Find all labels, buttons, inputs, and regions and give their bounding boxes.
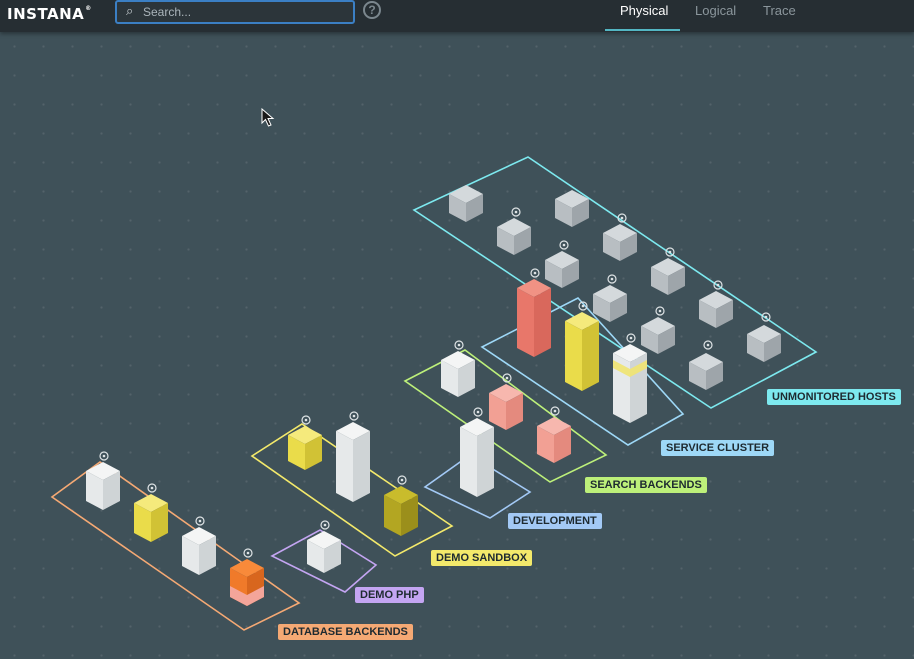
tab-trace[interactable]: Trace [763, 3, 796, 18]
zone-label-service-cluster[interactable]: SERVICE CLUSTER [661, 440, 775, 456]
search-box[interactable]: ⌕ [115, 0, 355, 24]
zone-label-development[interactable]: DEVELOPMENT [508, 513, 602, 529]
zone-label-demo-sandbox[interactable]: DEMO SANDBOX [431, 550, 533, 566]
search-input[interactable] [143, 4, 343, 20]
mouse-cursor-icon [261, 108, 275, 127]
help-icon[interactable]: ? [363, 1, 381, 19]
active-tab-indicator [605, 29, 680, 31]
zone-label-unmonitored-hosts[interactable]: UNMONITORED HOSTS [767, 389, 901, 405]
instana-logo[interactable]: INSTANA® [7, 5, 92, 23]
service-cluster-group[interactable] [517, 268, 647, 423]
top-navigation-bar: INSTANA® ⌕ ? Physical Logical Trace [0, 0, 914, 32]
zone-label-database-backends[interactable]: DATABASE BACKENDS [278, 624, 413, 640]
demo-php-group[interactable] [307, 520, 341, 573]
zone-label-demo-php[interactable]: DEMO PHP [355, 587, 424, 603]
tab-physical[interactable]: Physical [620, 3, 668, 18]
search-icon: ⌕ [126, 3, 134, 18]
demo-sandbox-group[interactable] [288, 411, 418, 536]
development-group[interactable] [460, 407, 494, 497]
tab-logical[interactable]: Logical [695, 3, 736, 18]
zone-label-search-backends[interactable]: SEARCH BACKENDS [585, 477, 707, 493]
